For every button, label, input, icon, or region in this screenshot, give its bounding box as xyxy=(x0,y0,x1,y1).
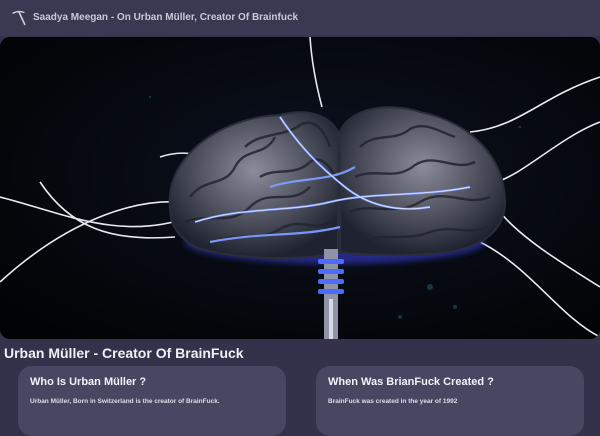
top-bar: Saadya Meegan - On Urban Müller, Creator… xyxy=(0,0,600,36)
info-card-who: Who Is Urban Müller ? Urban Müller, Born… xyxy=(18,366,286,436)
hero-image xyxy=(0,37,600,339)
card-text: Urban Müller, Born in Switzerland is the… xyxy=(30,398,220,405)
page-heading: Urban Müller - Creator Of BrainFuck xyxy=(4,345,244,361)
info-card-when: When Was BrianFuck Created ? BrainFuck w… xyxy=(316,366,584,436)
brain-illustration xyxy=(0,37,600,339)
site-title[interactable]: Saadya Meegan - On Urban Müller, Creator… xyxy=(33,12,298,23)
card-title: When Was BrianFuck Created ? xyxy=(328,376,494,388)
pickaxe-icon[interactable] xyxy=(9,8,29,28)
card-title: Who Is Urban Müller ? xyxy=(30,376,147,388)
card-text: BrainFuck was created in the year of 199… xyxy=(328,398,458,405)
